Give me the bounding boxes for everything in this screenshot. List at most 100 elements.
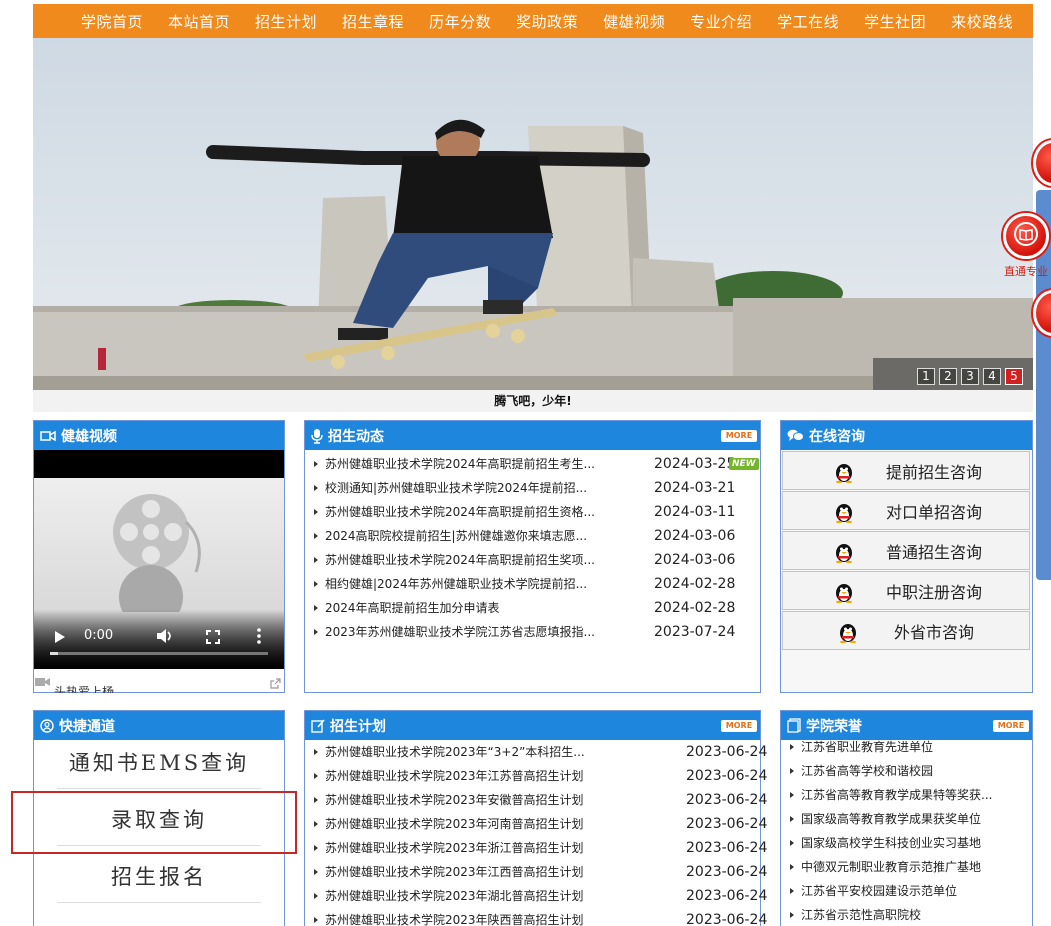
list-item[interactable]: 2024年高职提前招生加分申请表 2024-02-28 (305, 596, 760, 620)
video-below-text[interactable]: 头热爱上杨 (54, 683, 114, 693)
consult-item-secondary-registration[interactable]: 中职注册咨询 (782, 571, 1030, 610)
list-item[interactable]: 江苏省示范性高职院校 (781, 903, 1032, 926)
highlight-box (11, 791, 297, 854)
list-item[interactable]: 苏州健雄职业技术学院2023年“3+2”本科招生... 2023-06-24 (305, 740, 767, 764)
video-camera-icon (40, 430, 56, 442)
plan-title[interactable]: 苏州健雄职业技术学院2023年陕西普高招生计划 (325, 908, 635, 926)
enrollment-register-button[interactable]: 招生报名 (57, 851, 261, 903)
list-item[interactable]: 苏州健雄职业技术学院2023年江西普高招生计划 2023-06-24 (305, 860, 767, 884)
ems-notice-query-button[interactable]: 通知书EMS查询 (57, 737, 261, 789)
news-title[interactable]: 2023年苏州健雄职业技术学院江苏省志愿填报指... (325, 620, 615, 644)
news-title[interactable]: 苏州健雄职业技术学院2024年高职提前招生资格... (325, 500, 615, 524)
plan-title[interactable]: 苏州健雄职业技术学院2023年安徽普高招生计划 (325, 788, 635, 812)
floating-button-direct-major[interactable] (1003, 213, 1049, 259)
consult-item-vocational-single[interactable]: 对口单招咨询 (782, 491, 1030, 530)
slide-dot[interactable]: 4 (983, 368, 1001, 385)
nav-item-student-clubs[interactable]: 学生社团 (864, 11, 926, 32)
slide-dot[interactable]: 2 (939, 368, 957, 385)
list-item[interactable]: 国家级高等教育教学成果获奖单位 (781, 807, 1032, 831)
list-item[interactable]: 苏州健雄职业技术学院2023年江苏普高招生计划 2023-06-24 (305, 764, 767, 788)
banner-slideshow[interactable]: 1 2 3 4 5 (33, 38, 1033, 390)
list-item[interactable]: 江苏省平安校园建设示范单位 (781, 879, 1032, 903)
plan-date: 2023-06-24 (686, 744, 768, 760)
plan-title[interactable]: 苏州健雄职业技术学院2023年河南普高招生计划 (325, 812, 635, 836)
list-item[interactable]: 苏州健雄职业技术学院2023年湖北普高招生计划 2023-06-24 (305, 884, 767, 908)
news-list: 苏州健雄职业技术学院2024年高职提前招生考生... 2024-03-25 NEW … (305, 450, 760, 644)
nav-item-campus-route[interactable]: 来校路线 (951, 11, 1013, 32)
plan-title[interactable]: 苏州健雄职业技术学院2023年“3+2”本科招生... (325, 740, 635, 764)
consult-panel-title: 在线咨询 (809, 428, 865, 445)
nav-item-student-affairs[interactable]: 学工在线 (777, 11, 839, 32)
microphone-icon (311, 428, 323, 444)
consult-label: 普通招生咨询 (885, 542, 982, 562)
list-item[interactable]: 苏州健雄职业技术学院2023年安徽普高招生计划 2023-06-24 (305, 788, 767, 812)
nav-item-enrollment-rules[interactable]: 招生章程 (342, 11, 404, 32)
nav-item-financial-aid[interactable]: 奖助政策 (516, 11, 578, 32)
plan-panel: 招生计划 MORE 苏州健雄职业技术学院2023年“3+2”本科招生... 202… (304, 710, 767, 926)
list-item[interactable]: 国家级高校学生科技创业实习基地 (781, 831, 1032, 855)
news-panel-title: 招生动态 (328, 428, 384, 445)
top-nav: 学院首页 本站首页 招生计划 招生章程 历年分数 奖助政策 健雄视频 专业介绍 … (33, 4, 1033, 38)
slide-dot-active[interactable]: 5 (1005, 368, 1023, 385)
news-date: 2024-02-28 (654, 576, 736, 592)
plan-more-button[interactable]: MORE (721, 720, 757, 732)
consult-label: 中职注册咨询 (885, 582, 982, 602)
list-item[interactable]: 苏州健雄职业技术学院2024年高职提前招生资格... 2024-03-11 (305, 500, 760, 524)
list-item[interactable]: 江苏省高等学校和谐校园 (781, 759, 1032, 783)
plan-panel-header: 招生计划 MORE (305, 711, 760, 740)
consult-item-general[interactable]: 普通招生咨询 (782, 531, 1030, 570)
plan-title[interactable]: 苏州健雄职业技术学院2023年浙江普高招生计划 (325, 836, 635, 860)
news-title[interactable]: 2024高职院校提前招生|苏州健雄邀你来填志愿... (325, 524, 615, 548)
list-item[interactable]: 苏州健雄职业技术学院2024年高职提前招生奖项... 2024-03-06 (305, 548, 760, 572)
list-item[interactable]: 2023年苏州健雄职业技术学院江苏省志愿填报指... 2023-07-24 (305, 620, 760, 644)
consult-label: 外省市咨询 (893, 622, 974, 642)
play-icon[interactable] (54, 629, 66, 648)
nav-item-college-home[interactable]: 学院首页 (81, 11, 143, 32)
list-item[interactable]: 校测通知|苏州健雄职业技术学院2024年提前招... 2024-03-21 (305, 476, 760, 500)
floating-label-direct-major: 直通专业 (1004, 265, 1048, 278)
list-item[interactable]: 2024高职院校提前招生|苏州健雄邀你来填志愿... 2024-03-06 (305, 524, 760, 548)
list-item[interactable]: 苏州健雄职业技术学院2023年浙江普高招生计划 2023-06-24 (305, 836, 767, 860)
consult-item-out-of-province[interactable]: 外省市咨询 (782, 611, 1030, 650)
list-item[interactable]: 江苏省职业教育先进单位 (781, 735, 1032, 759)
consult-item-early-admission[interactable]: 提前招生咨询 (782, 451, 1030, 490)
fullscreen-icon[interactable] (206, 629, 220, 648)
news-title[interactable]: 相约健雄|2024年苏州健雄职业技术学院提前招... (325, 572, 615, 596)
nav-item-past-scores[interactable]: 历年分数 (429, 11, 491, 32)
consult-panel: 在线咨询 提前招生咨询 对口单招咨询 普通招生咨询 中职注册咨询 外省市咨询 (780, 420, 1033, 693)
news-title[interactable]: 2024年高职提前招生加分申请表 (325, 596, 615, 620)
plan-title[interactable]: 苏州健雄职业技术学院2023年湖北普高招生计划 (325, 884, 635, 908)
nav-item-videos[interactable]: 健雄视频 (603, 11, 665, 32)
external-link-icon[interactable] (270, 674, 281, 693)
news-date: 2024-03-21 (654, 480, 736, 496)
banner-photo (33, 38, 1033, 390)
news-title[interactable]: 校测通知|苏州健雄职业技术学院2024年提前招... (325, 476, 615, 500)
plan-date: 2023-06-24 (686, 768, 768, 784)
news-title[interactable]: 苏州健雄职业技术学院2024年高职提前招生奖项... (325, 548, 615, 572)
honor-more-button[interactable]: MORE (993, 720, 1029, 732)
slide-dot[interactable]: 1 (917, 368, 935, 385)
nav-item-majors[interactable]: 专业介绍 (690, 11, 752, 32)
list-item[interactable]: 苏州健雄职业技术学院2024年高职提前招生考生... 2024-03-25 NEW (305, 452, 760, 476)
floating-circle-top[interactable] (1033, 140, 1051, 186)
slide-dot[interactable]: 3 (961, 368, 979, 385)
list-item[interactable]: 中德双元制职业教育示范推广基地 (781, 855, 1032, 879)
edit-document-icon (311, 718, 325, 733)
video-progress-track[interactable] (50, 652, 268, 655)
more-options-icon[interactable] (256, 628, 262, 648)
list-item[interactable]: 苏州健雄职业技术学院2023年河南普高招生计划 2023-06-24 (305, 812, 767, 836)
nav-item-site-home[interactable]: 本站首页 (168, 11, 230, 32)
video-player[interactable]: 0:00 (34, 450, 284, 669)
news-date: 2024-03-25 (654, 456, 736, 472)
list-item[interactable]: 苏州健雄职业技术学院2023年陕西普高招生计划 2023-06-24 (305, 908, 767, 926)
news-more-button[interactable]: MORE (721, 430, 757, 442)
volume-icon[interactable] (156, 628, 174, 648)
plan-title[interactable]: 苏州健雄职业技术学院2023年江苏普高招生计划 (325, 764, 635, 788)
list-item[interactable]: 相约健雄|2024年苏州健雄职业技术学院提前招... 2024-02-28 (305, 572, 760, 596)
plan-date: 2023-06-24 (686, 792, 768, 808)
plan-title[interactable]: 苏州健雄职业技术学院2023年江西普高招生计划 (325, 860, 635, 884)
video-time: 0:00 (84, 628, 114, 643)
nav-item-enrollment-plan[interactable]: 招生计划 (255, 11, 317, 32)
news-title[interactable]: 苏州健雄职业技术学院2024年高职提前招生考生... (325, 452, 615, 476)
list-item[interactable]: 江苏省高等教育教学成果特等奖获... (781, 783, 1032, 807)
